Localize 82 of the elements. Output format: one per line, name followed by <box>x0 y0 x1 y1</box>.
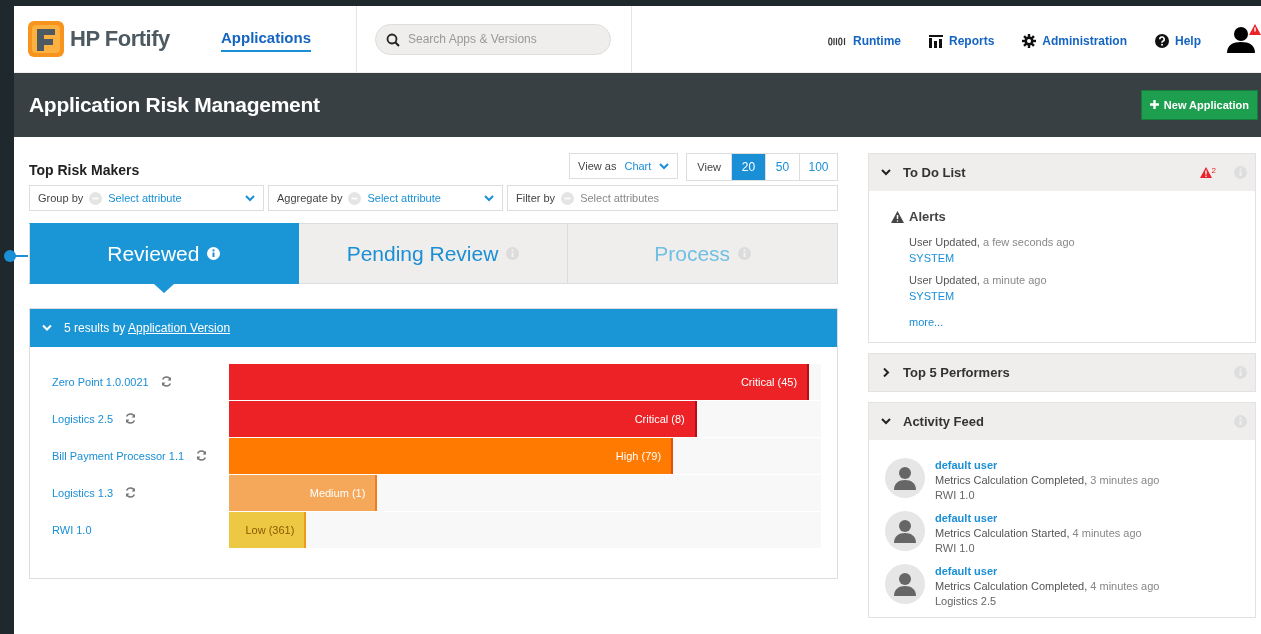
chevron-down-icon <box>484 194 494 202</box>
chevron-down-icon <box>245 194 255 202</box>
risk-bar: High (79) <box>229 437 674 474</box>
refresh-icon[interactable] <box>196 450 208 461</box>
user-link[interactable]: default user <box>935 512 1142 524</box>
chevron-right-icon <box>881 368 891 377</box>
alerts-heading: Alerts <box>909 209 946 224</box>
user-icon[interactable] <box>1227 26 1255 53</box>
tab-pointer <box>153 284 174 293</box>
binary-icon <box>827 36 847 46</box>
header-link[interactable]: Runtime <box>852 34 901 48</box>
app-name: HP Fortify <box>70 26 170 52</box>
user-link[interactable]: default user <box>935 459 1160 471</box>
plus-icon <box>1149 100 1159 109</box>
version-link[interactable]: RWI 1.0 <box>52 523 92 536</box>
header-link[interactable]: Reports <box>948 34 995 48</box>
risk-bar: Critical (8) <box>229 400 697 437</box>
activity-target: RWI 1.0 <box>935 489 976 501</box>
panel-title: Top 5 Performers <box>903 365 1010 380</box>
gear-icon <box>1022 34 1037 48</box>
page-size-option[interactable]: 20 <box>731 154 765 180</box>
minus-circle-icon <box>89 191 103 205</box>
chevron-down-icon <box>42 324 52 332</box>
view-label: View <box>696 160 722 175</box>
section-title: Top Risk Makers <box>29 162 140 178</box>
activity-text: Metrics Calculation Completed, 3 minutes ago <box>935 474 1160 486</box>
panel-title: To Do List <box>903 165 966 180</box>
page-title: Application Risk Management <box>29 92 320 118</box>
user-link[interactable]: default user <box>935 565 1160 577</box>
warning-icon <box>891 210 904 223</box>
version-link[interactable]: Bill Payment Processor 1.1 <box>52 449 185 462</box>
status-tab[interactable]: Pending Review <box>298 223 569 284</box>
chevron-down-icon <box>659 162 670 170</box>
chevron-down-icon <box>881 417 891 426</box>
more-link[interactable]: more... <box>891 316 944 328</box>
refresh-icon[interactable] <box>125 413 137 424</box>
version-link[interactable]: Logistics 2.5 <box>52 412 114 425</box>
connector-drawing <box>4 250 28 262</box>
results-summary: 5 results by Application Version <box>64 321 231 335</box>
risk-bar: Medium (1) <box>229 474 378 511</box>
filter-field[interactable]: Group by Select attribute <box>29 185 264 211</box>
alert-user-link[interactable]: SYSTEM <box>909 252 1233 264</box>
panel-header[interactable]: Activity Feed <box>869 403 1255 440</box>
chevron-down-icon <box>881 168 891 177</box>
alert-count: 2 <box>1211 167 1216 175</box>
info-icon <box>207 247 221 260</box>
version-link[interactable]: Logistics 1.3 <box>52 486 114 499</box>
avatar-icon <box>885 458 925 498</box>
status-tab[interactable]: Reviewed <box>29 223 299 284</box>
help-icon <box>1155 34 1169 48</box>
warning-icon <box>1199 167 1212 178</box>
activity-text: Metrics Calculation Completed, 4 minutes ago <box>935 580 1160 592</box>
view-as-dropdown[interactable]: View as Chart <box>569 153 679 179</box>
minus-circle-icon <box>348 191 362 205</box>
bar-chart-icon <box>928 34 943 48</box>
search-field[interactable]: Search Apps & Versions <box>375 23 611 55</box>
panel-title: Activity Feed <box>903 414 984 429</box>
refresh-icon[interactable] <box>160 376 172 387</box>
activity-target: RWI 1.0 <box>935 542 976 554</box>
minus-circle-icon <box>561 191 575 205</box>
alert-text: User Updated, a few seconds ago <box>909 236 1076 248</box>
panel-header[interactable]: Top 5 Performers <box>869 354 1255 391</box>
alert-user-link[interactable]: SYSTEM <box>909 290 1233 302</box>
header-link[interactable]: Help <box>1175 34 1201 48</box>
group-link[interactable]: Application Version <box>128 321 231 335</box>
version-link[interactable]: Zero Point 1.0.0021 <box>52 375 149 388</box>
avatar-icon <box>885 511 925 551</box>
alert-text: User Updated, a minute ago <box>909 274 1048 286</box>
risk-bar: Critical (45) <box>229 363 810 400</box>
results-header[interactable]: 5 results by Application Version <box>30 309 837 347</box>
nav-tab[interactable]: Applications <box>221 26 311 52</box>
activity-text: Metrics Calculation Started, 4 minutes ago <box>935 527 1142 539</box>
refresh-icon[interactable] <box>125 487 137 498</box>
risk-bar: Low (361) <box>229 511 307 548</box>
avatar-icon <box>885 564 925 604</box>
header-link[interactable]: Administration <box>1042 34 1127 48</box>
new-application-button[interactable]: New Application <box>1140 89 1258 120</box>
filter-field[interactable]: Aggregate by Select attribute <box>268 185 503 211</box>
filter-field[interactable]: Filter by Select attributes <box>507 185 838 211</box>
search-icon <box>386 32 400 47</box>
activity-target: Logistics 2.5 <box>935 595 998 607</box>
fortify-logo-icon <box>28 21 64 57</box>
